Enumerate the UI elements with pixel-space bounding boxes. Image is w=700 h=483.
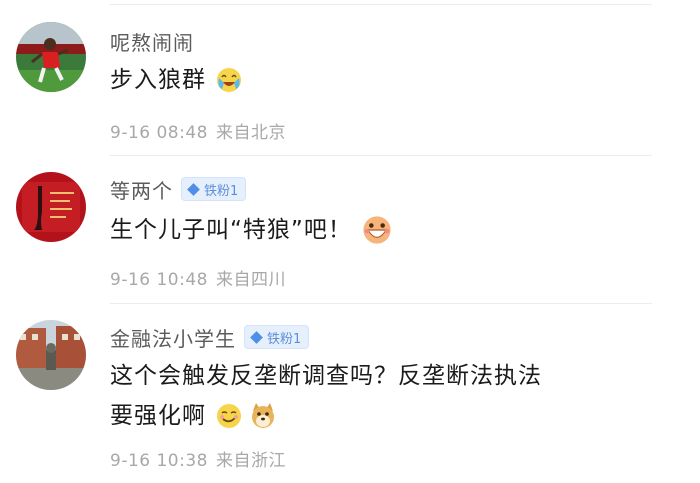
- comment-location: 来自浙江: [215, 451, 286, 471]
- comment-location: 来自北京: [215, 123, 286, 143]
- name-row: 金融法小学生 铁粉1: [110, 322, 310, 352]
- comment-location: 来自四川: [215, 270, 286, 290]
- name-row: 等两个 铁粉1: [110, 174, 247, 204]
- comment-divider: [110, 303, 652, 304]
- badge-label: 铁粉1: [204, 183, 239, 199]
- crying-laugh-emoji: [214, 65, 244, 95]
- badge-label: 铁粉1: [267, 331, 302, 347]
- comment-time: 9-16 10:48: [110, 270, 208, 290]
- comment-meta: 9-16 08:48 来自北京: [110, 118, 286, 143]
- comment-divider: [110, 155, 652, 156]
- comment-text-line-2: 要强化啊: [110, 403, 206, 429]
- comment-text: 生个儿子叫“特狼”吧！: [110, 217, 352, 243]
- comment-text-line-1: 这个会触发反垄断调查吗？反垄断法执法: [110, 363, 542, 389]
- fan-badge[interactable]: 铁粉1: [244, 325, 310, 349]
- name-row: 呢熬闹闹: [110, 26, 194, 56]
- comment-text: 步入狼群: [110, 67, 206, 93]
- grin-emoji: [360, 213, 394, 247]
- comment-time: 9-16 10:38: [110, 451, 208, 471]
- smirk-emoji: [214, 401, 244, 431]
- comment-content: 步入狼群: [110, 60, 244, 100]
- username[interactable]: 金融法小学生: [110, 323, 236, 352]
- comment-meta: 9-16 10:48 来自四川: [110, 265, 286, 290]
- diamond-icon: [187, 182, 200, 196]
- avatar[interactable]: [16, 320, 86, 390]
- top-divider: [110, 4, 652, 5]
- comment-content: 这个会触发反垄断调查吗？反垄断法执法 要强化啊: [110, 356, 542, 436]
- username[interactable]: 等两个: [110, 175, 173, 204]
- diamond-icon: [250, 330, 263, 344]
- avatar[interactable]: [16, 22, 86, 92]
- comment-content: 生个儿子叫“特狼”吧！: [110, 210, 394, 250]
- comment-time: 9-16 08:48: [110, 123, 208, 143]
- avatar[interactable]: [16, 172, 86, 242]
- fan-badge[interactable]: 铁粉1: [181, 177, 247, 201]
- doge-emoji: [248, 401, 278, 431]
- comment-meta: 9-16 10:38 来自浙江: [110, 446, 286, 471]
- username[interactable]: 呢熬闹闹: [110, 27, 194, 56]
